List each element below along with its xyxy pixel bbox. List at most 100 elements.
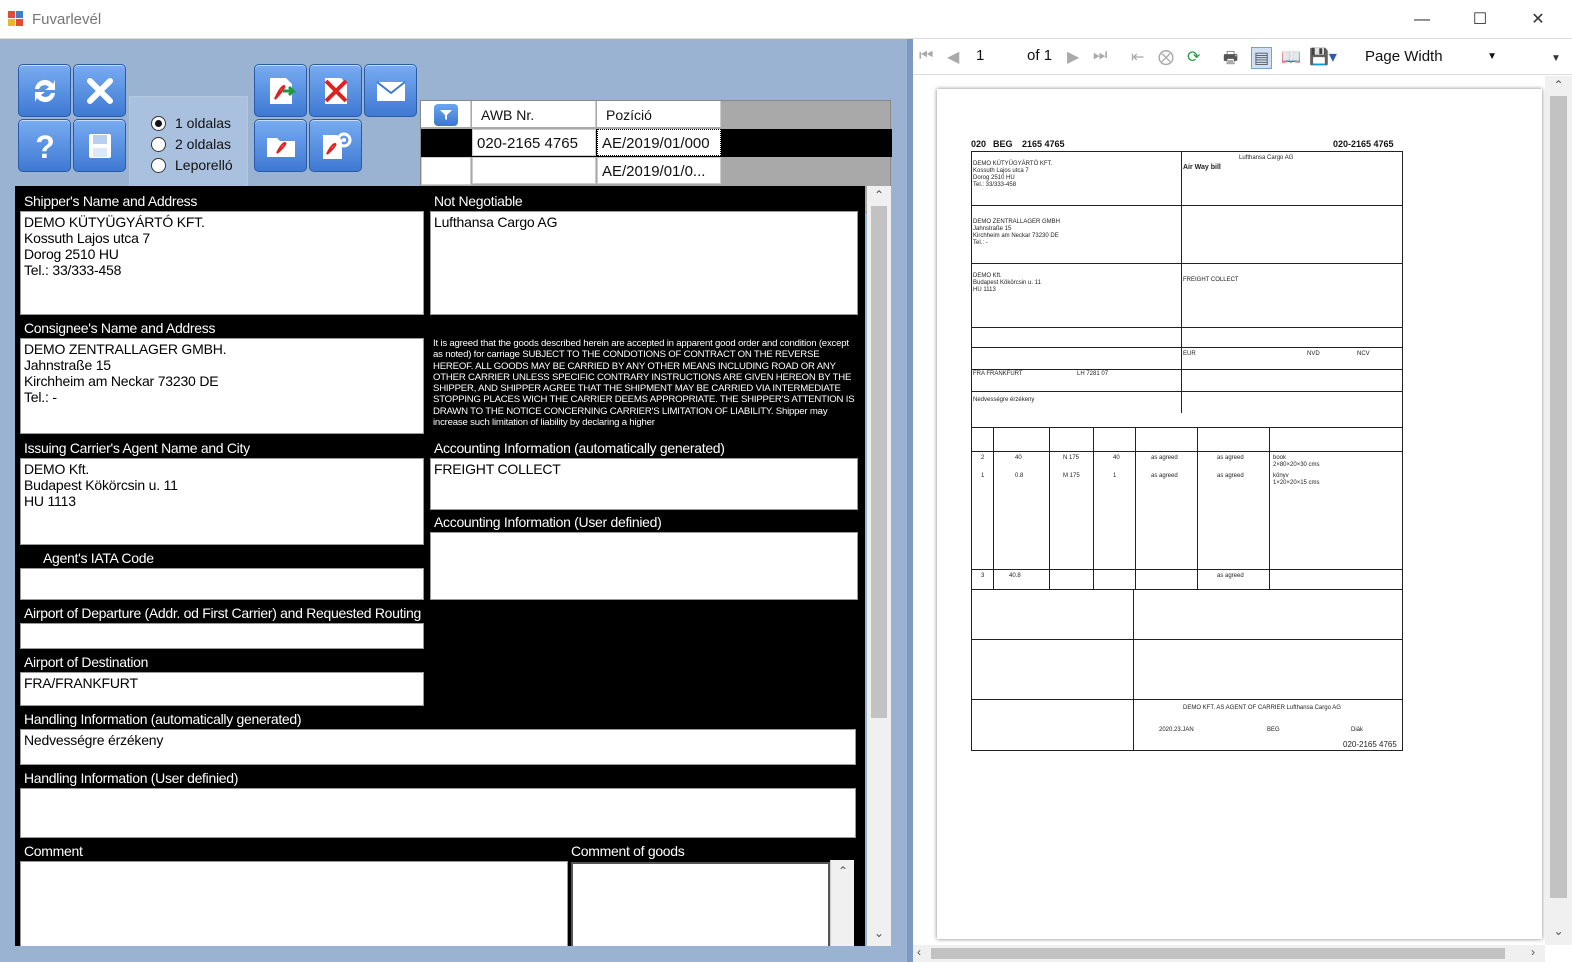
consignee-label: Consignee's Name and Address — [24, 320, 216, 336]
grid-cell-awb[interactable] — [472, 157, 596, 184]
radio-label: 2 oldalas — [175, 136, 232, 152]
form-vertical-scrollbar[interactable]: ⌃ ⌄ — [867, 186, 891, 946]
cancel-button[interactable] — [73, 64, 126, 117]
awb-row-total: as agreed — [1217, 473, 1244, 479]
accounting-user-field[interactable] — [430, 532, 858, 600]
stop-icon[interactable]: ⨂ — [1158, 47, 1174, 67]
minimize-button[interactable]: — — [1393, 0, 1451, 39]
comment-goods-scrollbar[interactable]: ⌃ — [830, 860, 854, 946]
refresh-icon — [34, 79, 55, 102]
page-total: 1 — [1043, 47, 1053, 64]
refresh-button[interactable] — [18, 64, 71, 117]
email-button[interactable] — [364, 64, 417, 117]
column-header-awb[interactable]: AWB Nr. — [472, 101, 596, 127]
last-page-icon[interactable]: ⏭ — [1093, 47, 1107, 65]
radio-label: 1 oldalas — [175, 115, 232, 131]
scrollbar-thumb[interactable] — [871, 206, 887, 718]
radio-two-pages[interactable]: 2 oldalas — [151, 136, 231, 152]
first-page-icon[interactable]: ⏮ — [919, 47, 933, 65]
scroll-up-icon[interactable]: ⌃ — [831, 864, 855, 878]
comment-goods-field[interactable] — [571, 862, 830, 946]
shipper-field[interactable]: DEMO KÜTYÜGYÁRTÓ KFT. Kossuth Lajos utca… — [20, 211, 424, 315]
next-page-icon[interactable]: ▶ — [1067, 47, 1079, 67]
not-negotiable-field[interactable]: Lufthansa Cargo AG — [430, 211, 858, 315]
viewer-vertical-scrollbar[interactable]: ⌃ ⌄ — [1545, 76, 1572, 945]
handling-auto-field[interactable]: Nedvességre érzékeny — [20, 729, 856, 765]
app-icon — [8, 11, 23, 26]
awb-total-weight: 40.8 — [1009, 573, 1021, 579]
print-icon[interactable]: 🖶 — [1223, 47, 1238, 74]
report-page: 020 BEG 2165 4765 020-2165 4765 DEMO KÜT… — [937, 89, 1542, 939]
awb-rule — [1135, 427, 1136, 589]
zoom-select[interactable]: Page Width ▼ — [1357, 45, 1503, 69]
pdf-settings-button[interactable] — [309, 119, 362, 172]
agent-field[interactable]: DEMO Kft. Budapest Kökörcsin u. 11 HU 11… — [20, 458, 424, 545]
previous-page-icon[interactable]: ◀ — [947, 47, 959, 67]
title-bar: Fuvarlevél — ☐ ✕ — [0, 0, 1572, 39]
export-pdf-button[interactable] — [254, 64, 307, 117]
iata-code-field[interactable] — [20, 568, 424, 600]
radio-leporello[interactable]: Leporelló — [151, 157, 233, 173]
awb-rule — [1197, 427, 1198, 589]
handling-user-field[interactable] — [20, 788, 856, 838]
grid-cell-awb[interactable]: 020-2165 4765 — [472, 129, 596, 156]
awb-row-rate-class: N 175 — [1063, 455, 1080, 461]
handling-user-label: Handling Information (User definied) — [24, 770, 239, 786]
export-icon[interactable]: 💾▾ — [1309, 47, 1337, 67]
awb-rule — [1133, 589, 1134, 751]
delete-pdf-button[interactable] — [309, 64, 362, 117]
page-setup-icon[interactable]: 📖 — [1281, 47, 1301, 67]
scroll-left-icon[interactable]: ‹ — [917, 945, 921, 959]
awb-rule — [1181, 151, 1182, 413]
page-number-input[interactable]: 1 — [976, 47, 984, 64]
scroll-down-icon[interactable]: ⌄ — [1545, 924, 1572, 938]
refresh-report-icon[interactable]: ⟳ — [1187, 47, 1200, 67]
grid-corner — [421, 101, 471, 127]
comment-field[interactable] — [20, 861, 568, 946]
filter-button[interactable] — [434, 104, 458, 126]
grid-cell-position[interactable]: AE/2019/01/000 — [597, 129, 721, 156]
awb-preview: 020 BEG 2165 4765 020-2165 4765 DEMO KÜT… — [971, 139, 1403, 751]
viewer-horizontal-scrollbar[interactable]: ‹ › — [913, 945, 1545, 962]
scroll-up-icon[interactable]: ⌃ — [867, 188, 891, 202]
scroll-up-icon[interactable]: ⌃ — [1545, 78, 1572, 92]
column-header-position[interactable]: Pozíció — [597, 101, 721, 127]
scrollbar-thumb[interactable] — [931, 948, 1505, 959]
comment-goods-label: Comment of goods — [571, 843, 685, 859]
print-layout-icon[interactable]: ▤ — [1251, 47, 1273, 69]
awb-consignee: DEMO ZENTRALLAGER GMBH Jahnstraße 15 Kir… — [973, 219, 1061, 246]
radio-indicator[interactable] — [151, 136, 166, 152]
maximize-button[interactable]: ☐ — [1451, 0, 1509, 39]
awb-rule — [971, 750, 1403, 751]
radio-indicator[interactable] — [151, 115, 166, 131]
awb-total-pieces: 3 — [981, 573, 985, 579]
overflow-icon[interactable]: ▼ — [1551, 53, 1561, 64]
svg-text:?: ? — [35, 129, 55, 164]
awb-date: 2020.23.JAN — [1159, 727, 1194, 733]
scrollbar-thumb[interactable] — [1550, 96, 1567, 898]
consignee-field[interactable]: DEMO ZENTRALLAGER GMBH. Jahnstraße 15 Ki… — [20, 338, 424, 434]
departure-field[interactable] — [20, 623, 424, 649]
radio-one-page[interactable]: 1 oldalas — [151, 115, 231, 131]
destination-field[interactable]: FRA/FRANKFURT — [20, 672, 424, 706]
save-button[interactable] — [73, 119, 126, 172]
awb-agent: DEMO Kft. Budapest Kökörcsin u. 11 HU 11… — [973, 273, 1041, 293]
accounting-auto-field[interactable]: FREIGHT COLLECT — [430, 458, 858, 510]
filter-icon — [440, 110, 452, 120]
awb-row-chargeable: 40 — [1113, 455, 1120, 461]
row-header[interactable] — [421, 157, 471, 185]
awb-rule — [971, 369, 1403, 370]
radio-indicator[interactable] — [151, 157, 166, 173]
viewer-toolbar: ⏮ ◀ 1 of 1 ▶ ⏭ ⇤ ⨂ ⟳ 🖶 ▤ 📖 💾▾ Page Width… — [913, 39, 1572, 75]
scroll-down-icon[interactable]: ⌄ — [867, 926, 891, 940]
close-window-button[interactable]: ✕ — [1509, 0, 1567, 39]
back-icon[interactable]: ⇤ — [1131, 47, 1144, 67]
scroll-right-icon[interactable]: › — [1531, 945, 1535, 959]
awb-row-goods: könyv 1×20×20×15 cms — [1273, 473, 1320, 486]
open-folder-button[interactable] — [254, 119, 307, 172]
awb-rule — [971, 263, 1403, 264]
awb-rule — [1093, 427, 1094, 589]
help-button[interactable]: ? — [18, 119, 71, 172]
awb-declared-carriage: NVD — [1307, 351, 1320, 357]
grid-cell-position[interactable]: AE/2019/01/0... — [597, 157, 721, 184]
